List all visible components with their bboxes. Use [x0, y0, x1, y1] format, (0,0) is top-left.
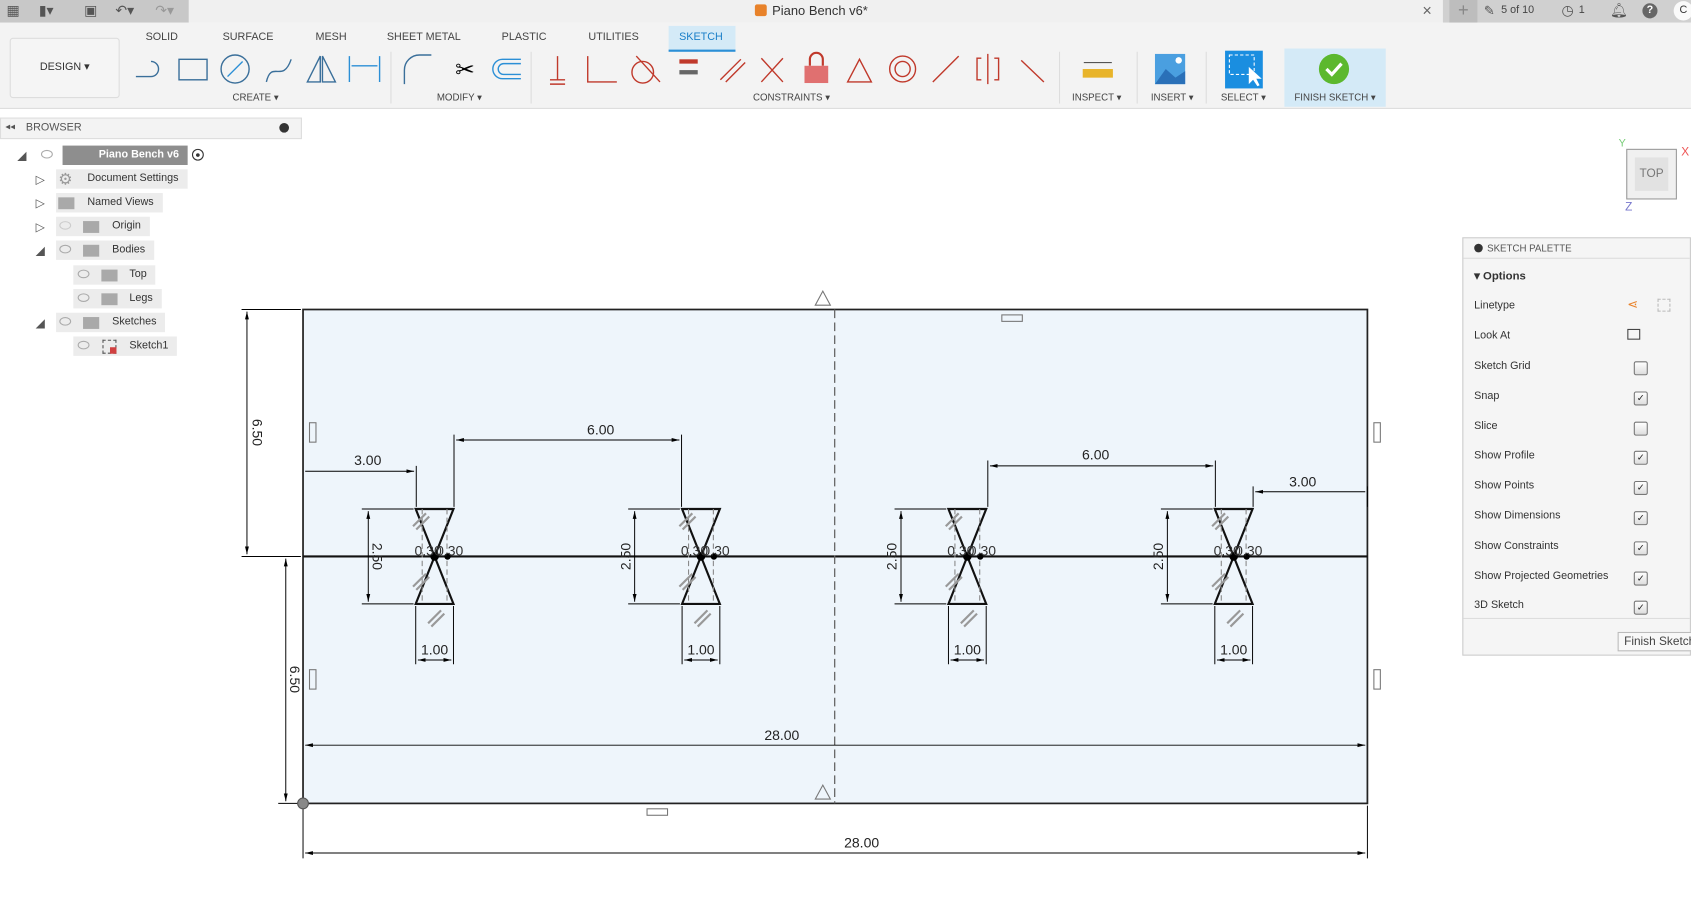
options-section-toggle[interactable]: ▾ Options	[1474, 270, 1526, 283]
option-label: Sketch Grid	[1474, 360, 1531, 373]
tangent-constraint-icon[interactable]	[631, 55, 661, 84]
axis-z-label: Z	[1625, 200, 1633, 214]
horizontal-constraint-glyph[interactable]	[646, 808, 669, 816]
dimension-line-icon[interactable]	[348, 56, 381, 82]
fillet-tool-icon[interactable]	[403, 54, 432, 85]
parallel-constraint-icon[interactable]	[719, 58, 746, 83]
dim-text-offset-left[interactable]: 3.00	[354, 452, 381, 468]
option-label: Show Profile	[1474, 450, 1535, 462]
measure-ruler-icon[interactable]	[1082, 62, 1113, 78]
finish-sketch-palette-button[interactable]: Finish Sketch	[1617, 631, 1691, 652]
look-at-icon[interactable]	[1627, 328, 1641, 340]
dim-text-offset-right[interactable]: 3.00	[1289, 473, 1316, 489]
leg-height-text[interactable]: 2.50	[884, 543, 900, 570]
equal-triangle-icon[interactable]	[846, 57, 873, 83]
palette-header: SKETCH PALETTE	[1463, 238, 1690, 259]
dim-text-top-height[interactable]: 6.50	[249, 419, 265, 446]
vertical-constraint-glyph[interactable]	[1373, 422, 1381, 443]
option-label: Show Projected Geometries	[1474, 570, 1609, 582]
option-label: Slice	[1474, 420, 1498, 433]
option-checkbox[interactable]	[1633, 421, 1648, 436]
option-checkbox[interactable]	[1633, 361, 1648, 376]
option-checkbox[interactable]: ✓	[1633, 601, 1648, 616]
spline-tool-icon[interactable]	[265, 59, 292, 83]
leg-inset-text-b[interactable]: 0.30	[702, 542, 729, 558]
option-checkbox[interactable]: ✓	[1633, 511, 1648, 526]
options-section-title: Options	[1483, 269, 1526, 283]
sketch-canvas[interactable]: 6.50 6.50 3.00 6.00 6.00 3.00 28.00 28.0…	[0, 108, 1691, 922]
leg-width-text[interactable]: 1.00	[421, 642, 448, 658]
symmetry-constraint-glyph[interactable]	[814, 290, 832, 306]
concentric-constraint-icon[interactable]	[888, 55, 917, 83]
option-label: Show Dimensions	[1474, 510, 1561, 522]
option-label: 3D Sketch	[1474, 600, 1524, 612]
dim-text-width-outer[interactable]: 28.00	[844, 835, 879, 851]
linetype-label: Linetype	[1474, 299, 1515, 312]
option-checkbox[interactable]: ✓	[1633, 451, 1648, 466]
option-label: Snap	[1474, 390, 1500, 403]
centerline-linetype-icon[interactable]	[1657, 298, 1671, 312]
midpoint-constraint-icon[interactable]	[932, 55, 960, 83]
rectangle-tool-icon[interactable]	[178, 58, 208, 81]
select-menu[interactable]: SELECT ▾	[1221, 92, 1266, 104]
leg-inset-text-b[interactable]: 0.30	[1235, 542, 1262, 558]
leg-height-text[interactable]: 2.50	[1150, 543, 1166, 570]
palette-minimize-icon[interactable]	[1474, 243, 1483, 253]
leg-inset-text-b[interactable]: 0.30	[969, 542, 996, 558]
option-label: Show Constraints	[1474, 540, 1559, 552]
option-checkbox[interactable]: ✓	[1633, 391, 1648, 406]
option-checkbox[interactable]: ✓	[1633, 571, 1648, 586]
leg-height-text[interactable]: 2.50	[617, 543, 633, 570]
option-checkbox[interactable]: ✓	[1633, 481, 1648, 496]
curvature-constraint-icon[interactable]	[1020, 59, 1045, 83]
option-label: Show Points	[1474, 480, 1535, 492]
finish-sketch-check-icon[interactable]	[1318, 53, 1350, 85]
select-tool-icon[interactable]	[1225, 50, 1263, 89]
palette-title: SKETCH PALETTE	[1487, 242, 1572, 254]
fix-constraint-icon[interactable]	[549, 56, 566, 85]
line-tool-icon[interactable]	[135, 60, 160, 78]
dim-text-spacing-right[interactable]: 6.00	[1082, 446, 1109, 462]
insert-image-icon[interactable]	[1154, 53, 1186, 85]
inspect-menu[interactable]: INSPECT ▾	[1072, 92, 1121, 104]
lock-constraint-icon[interactable]	[804, 51, 829, 84]
look-at-label: Look At	[1474, 329, 1511, 342]
constraints-menu[interactable]: CONSTRAINTS ▾	[753, 92, 830, 104]
coincident-constraint-icon[interactable]	[587, 56, 617, 83]
trim-scissors-icon[interactable]: ✂	[455, 58, 475, 84]
leg-width-text[interactable]: 1.00	[1220, 642, 1247, 658]
symmetry-constraint-icon[interactable]	[976, 53, 1000, 85]
insert-menu[interactable]: INSERT ▾	[1151, 92, 1194, 104]
create-menu[interactable]: CREATE ▾	[232, 92, 278, 104]
leg-inset-text-b[interactable]: 0.30	[436, 542, 463, 558]
dim-text-spacing-left[interactable]: 6.00	[587, 422, 614, 438]
dim-text-width-inner[interactable]: 28.00	[764, 727, 799, 743]
dim-text-bottom-height[interactable]: 6.50	[287, 666, 303, 693]
finish-sketch-menu[interactable]: FINISH SKETCH ▾	[1294, 92, 1375, 104]
view-cube-face[interactable]: TOP	[1634, 157, 1669, 191]
origin-point[interactable]	[297, 797, 309, 810]
leg-height-text[interactable]: 2.50	[370, 543, 386, 570]
offset-tool-icon[interactable]	[492, 58, 521, 80]
mirror-tool-icon[interactable]	[306, 55, 337, 83]
construction-linetype-icon[interactable]: ⋖	[1627, 297, 1638, 312]
leg-width-text[interactable]: 1.00	[687, 642, 714, 658]
sketch-palette: SKETCH PALETTE ▾ Options Linetype ⋖ Look…	[1462, 237, 1691, 656]
axis-y-label: Y	[1618, 138, 1626, 150]
view-cube[interactable]: TOP	[1626, 148, 1677, 200]
modify-menu[interactable]: MODIFY ▾	[437, 92, 482, 104]
axis-x-label: X	[1681, 145, 1690, 159]
horizontal-constraint-icon[interactable]	[679, 59, 698, 64]
vertical-constraint-glyph[interactable]	[1373, 669, 1381, 690]
perpendicular-constraint-icon[interactable]	[760, 57, 784, 83]
circle-tool-icon[interactable]	[220, 54, 250, 84]
leg-width-text[interactable]: 1.00	[954, 642, 981, 658]
option-checkbox[interactable]: ✓	[1633, 541, 1648, 556]
